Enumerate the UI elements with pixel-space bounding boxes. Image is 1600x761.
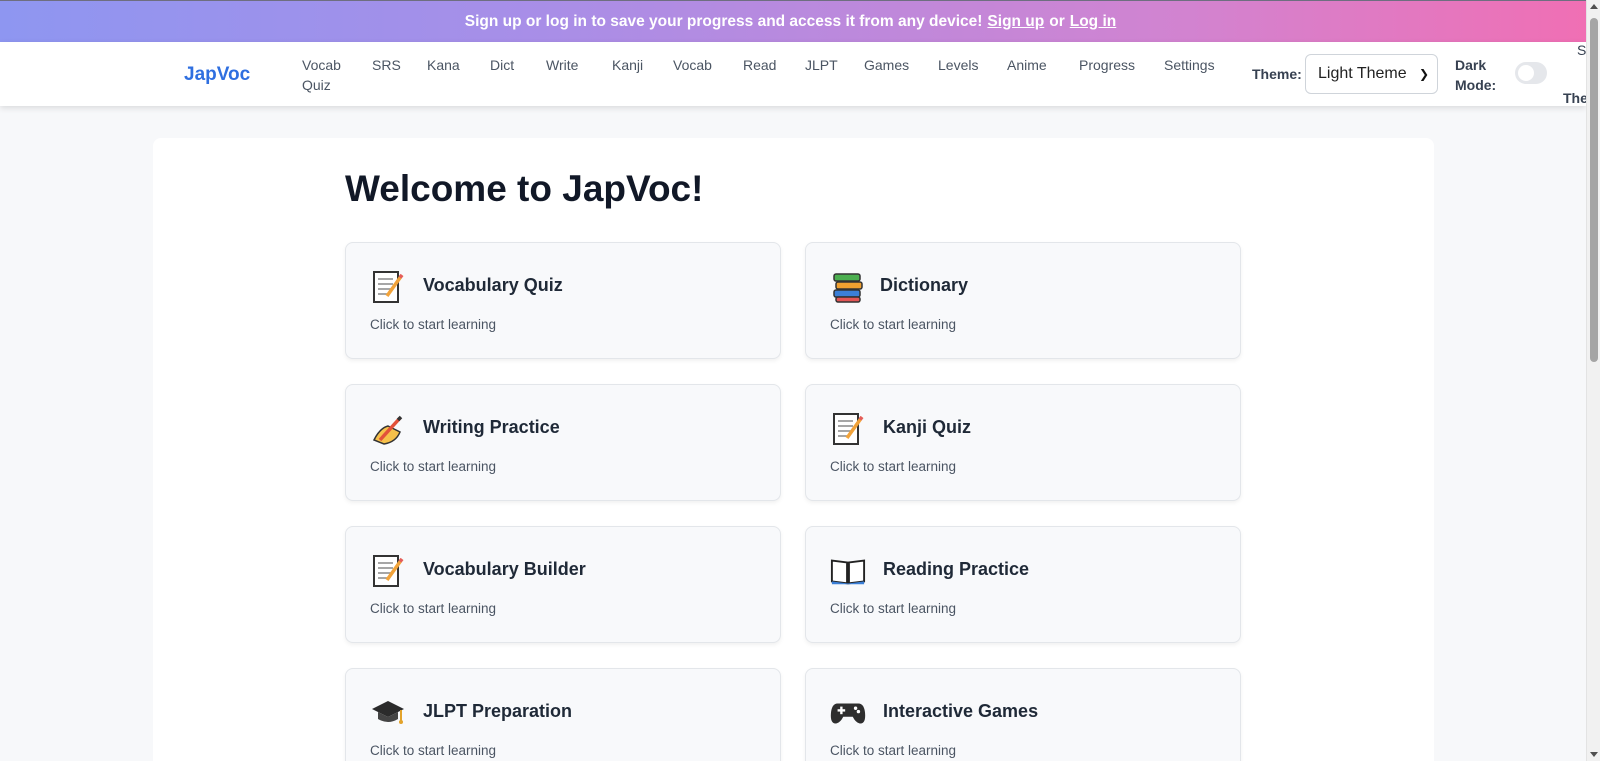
card-subtitle: Click to start learning (830, 459, 957, 474)
card-subtitle: Click to start learning (830, 317, 957, 332)
card-title: Vocabulary Builder (423, 559, 586, 579)
card-subtitle: Click to start learning (370, 743, 497, 758)
books-icon (830, 269, 866, 305)
card-title: Vocabulary Quiz (423, 275, 563, 295)
nav-link-settings[interactable]: Settings (1164, 55, 1215, 75)
login-link[interactable]: Log in (1070, 13, 1117, 31)
clipped-nav-text: The (1563, 90, 1588, 106)
logo[interactable]: JapVoc (184, 64, 250, 86)
clipped-nav-text-top: S (1577, 42, 1587, 58)
navbar: JapVoc Vocab Quiz SRS Kana Dict Write Ka… (0, 42, 1588, 106)
nav-link-kana[interactable]: Kana (427, 55, 460, 75)
theme-label: Theme: (1252, 66, 1302, 82)
theme-select[interactable]: Light Theme ❯ (1305, 54, 1438, 94)
card-kanji-quiz[interactable]: Kanji Quiz Click to start learning (805, 384, 1241, 501)
scrollbar-thumb[interactable] (1590, 18, 1598, 362)
gamepad-icon (830, 695, 866, 731)
memo-icon (370, 269, 406, 305)
card-title: Interactive Games (883, 701, 1039, 721)
scroll-up-icon[interactable] (1590, 4, 1598, 9)
scroll-down-icon[interactable] (1590, 752, 1598, 757)
graduation-cap-icon (370, 695, 406, 731)
nav-link-srs[interactable]: SRS (372, 55, 401, 75)
card-vocabulary-builder[interactable]: Vocabulary Builder Click to start learni… (345, 526, 781, 643)
card-title: Dictionary (880, 275, 969, 295)
nav-link-write[interactable]: Write (546, 55, 578, 75)
nav-link-dict[interactable]: Dict (490, 55, 514, 75)
card-subtitle: Click to start learning (830, 743, 957, 758)
memo-icon (370, 553, 406, 589)
nav-link-games[interactable]: Games (864, 55, 909, 75)
card-vocabulary-quiz[interactable]: Vocabulary Quiz Click to start learning (345, 242, 781, 359)
nav-link-jlpt[interactable]: JLPT (805, 55, 838, 75)
toggle-knob (1518, 65, 1534, 81)
card-interactive-games[interactable]: Interactive Games Click to start learnin… (805, 668, 1241, 761)
writing-hand-icon (370, 411, 406, 447)
dark-mode-toggle[interactable] (1515, 62, 1547, 84)
nav-link-label: Vocab Quiz (302, 57, 341, 93)
card-title: Kanji Quiz (883, 417, 972, 437)
card-title: Reading Practice (883, 559, 1030, 579)
nav-link-kanji[interactable]: Kanji (612, 55, 643, 75)
banner-text: Sign up or log in to save your progress … (464, 12, 983, 30)
card-subtitle: Click to start learning (370, 317, 497, 332)
open-book-icon (830, 553, 866, 589)
nav-link-vocab[interactable]: Vocab (673, 55, 712, 75)
memo-icon (830, 411, 866, 447)
page-title: Welcome to JapVoc! (345, 168, 704, 209)
nav-link-progress[interactable]: Progress (1079, 55, 1135, 75)
nav-link-levels[interactable]: Levels (938, 55, 978, 75)
chevron-down-icon: ❯ (1418, 67, 1429, 81)
page-scrollbar[interactable] (1586, 0, 1600, 761)
theme-select-value: Light Theme (1318, 65, 1407, 82)
banner-or: or (1049, 12, 1065, 30)
card-title: JLPT Preparation (423, 701, 573, 721)
dark-mode-label: Dark Mode: (1455, 57, 1497, 93)
nav-link-vocab-quiz[interactable]: Vocab Quiz (302, 55, 346, 95)
card-reading-practice[interactable]: Reading Practice Click to start learning (805, 526, 1241, 643)
card-subtitle: Click to start learning (830, 601, 957, 616)
card-writing-practice[interactable]: Writing Practice Click to start learning (345, 384, 781, 501)
card-subtitle: Click to start learning (370, 459, 497, 474)
card-title: Writing Practice (423, 417, 560, 437)
card-dictionary[interactable]: Dictionary Click to start learning (805, 242, 1241, 359)
signup-banner: Sign up or log in to save your progress … (0, 0, 1586, 42)
nav-link-read[interactable]: Read (743, 55, 776, 75)
card-jlpt-preparation[interactable]: JLPT Preparation Click to start learning (345, 668, 781, 761)
card-subtitle: Click to start learning (370, 601, 497, 616)
nav-link-anime[interactable]: Anime (1007, 55, 1047, 75)
signup-link[interactable]: Sign up (987, 13, 1044, 31)
